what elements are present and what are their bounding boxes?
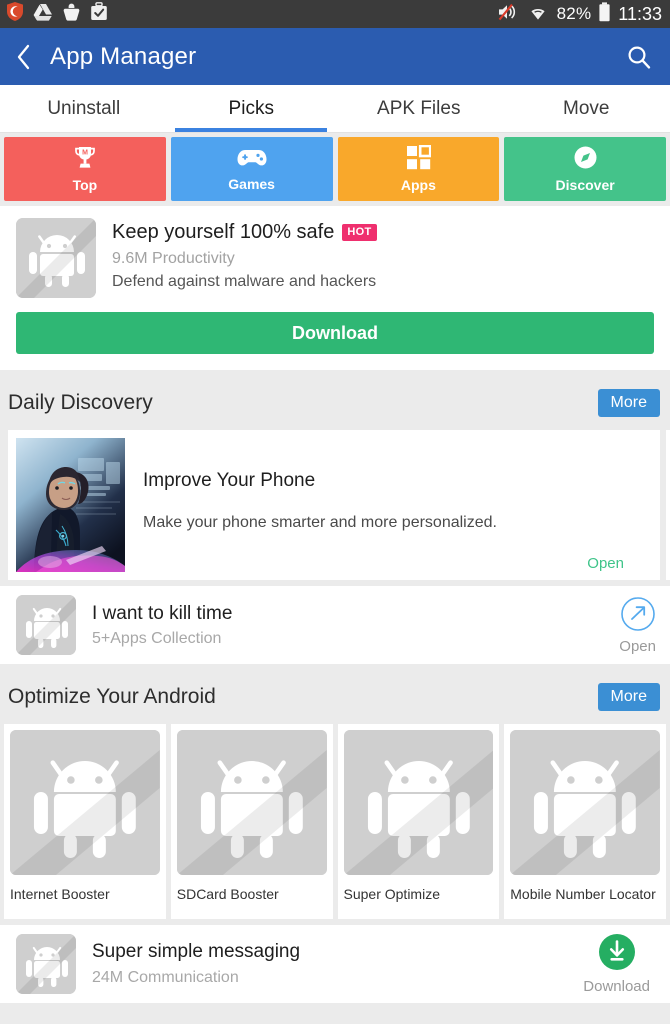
category-games[interactable]: Games	[170, 137, 333, 201]
android-placeholder-icon	[510, 730, 660, 875]
back-chevron-icon[interactable]	[16, 44, 46, 70]
shield-icon	[6, 2, 24, 26]
tab-bar: Uninstall Picks APK Files Move	[0, 85, 670, 133]
app-card-name: Internet Booster	[10, 886, 110, 902]
tab-uninstall[interactable]: Uninstall	[0, 85, 168, 132]
section-title: Daily Discovery	[8, 391, 153, 414]
android-placeholder-icon	[16, 595, 76, 655]
app-card-super-optimize[interactable]: Super Optimize	[337, 724, 500, 919]
daily-discovery-carousel[interactable]: Improve Your Phone Make your phone smart…	[0, 430, 670, 580]
tab-label: Move	[563, 97, 610, 119]
category-label: Discover	[555, 177, 615, 193]
tab-picks[interactable]: Picks	[168, 85, 336, 132]
featured-app-description: Defend against malware and hackers	[112, 273, 377, 290]
tab-move[interactable]: Move	[503, 85, 670, 132]
bottom-app-info: Super simple messaging 24M Communication	[92, 941, 567, 987]
bottom-app-subtitle: 24M Communication	[92, 969, 239, 986]
discovery-card-description: Make your phone smarter and more persona…	[143, 514, 497, 531]
app-card-name: Mobile Number Locator	[510, 886, 656, 902]
collection-title: I want to kill time	[92, 602, 233, 624]
category-label: Games	[228, 176, 275, 192]
briefcase-check-icon	[90, 2, 108, 26]
grid-icon	[406, 144, 432, 175]
trophy-icon: M	[72, 145, 98, 175]
category-row: M Top Games Apps Discover	[0, 133, 670, 206]
android-placeholder-icon	[16, 934, 76, 994]
category-label: Apps	[400, 177, 436, 193]
wifi-icon	[526, 3, 550, 26]
optimize-app-grid: Internet Booster SDCard Booster Super Op…	[0, 724, 670, 919]
tab-label: Uninstall	[47, 97, 121, 119]
app-card-name: SDCard Booster	[176, 886, 279, 902]
arrow-up-right-circle-icon	[620, 596, 656, 637]
bottom-app-card[interactable]: Super simple messaging 24M Communication…	[0, 925, 670, 1003]
featured-app-card[interactable]: Keep yourself 100% safe HOT 9.6M Product…	[0, 206, 670, 370]
category-apps[interactable]: Apps	[337, 137, 500, 201]
download-button[interactable]: Download	[16, 312, 654, 354]
android-placeholder-icon	[176, 730, 327, 875]
app-card-name: Super Optimize	[343, 886, 440, 902]
search-icon[interactable]	[622, 44, 652, 70]
category-label: Top	[72, 177, 98, 193]
discovery-card-title: Improve Your Phone	[143, 470, 316, 491]
app-card-internet-booster[interactable]: Internet Booster	[4, 724, 166, 919]
featured-title-row: Keep yourself 100% safe HOT	[112, 221, 654, 244]
compass-icon	[573, 145, 598, 175]
discovery-card-next-peek[interactable]	[666, 430, 670, 580]
optimize-more-button[interactable]: More	[597, 683, 660, 711]
section-title: Optimize Your Android	[8, 685, 216, 708]
status-bar: 82% 11:33	[0, 0, 670, 28]
discovery-card-open-link[interactable]: Open	[587, 555, 652, 572]
daily-discovery-more-button[interactable]: More	[597, 389, 660, 417]
collection-subtitle: 5+Apps Collection	[92, 629, 222, 647]
volume-muted-icon	[497, 3, 519, 26]
status-bar-right-icons: 82% 11:33	[497, 1, 662, 27]
hot-badge: HOT	[342, 224, 377, 241]
android-placeholder-icon	[16, 218, 96, 298]
bag-icon	[62, 3, 81, 26]
app-bar: App Manager	[0, 28, 670, 85]
bottom-app-title: Super simple messaging	[92, 941, 301, 962]
battery-percent: 82%	[556, 4, 592, 23]
collection-open-label: Open	[619, 637, 656, 655]
android-placeholder-icon	[343, 730, 494, 875]
featured-app-title: Keep yourself 100% safe	[112, 221, 335, 243]
bottom-app-download-button[interactable]: Download	[583, 933, 650, 995]
tab-label: APK Files	[377, 97, 461, 119]
download-circle-icon	[598, 933, 636, 976]
tab-label: Picks	[228, 97, 274, 119]
collection-card[interactable]: I want to kill time 5+Apps Collection Op…	[0, 586, 670, 664]
woman-tech-hologram-image	[16, 438, 125, 572]
collection-open-button[interactable]: Open	[619, 596, 656, 655]
optimize-header: Optimize Your Android More	[0, 670, 670, 724]
app-card-sdcard-booster[interactable]: SDCard Booster	[170, 724, 333, 919]
page-title: App Manager	[50, 42, 197, 70]
featured-app-top: Keep yourself 100% safe HOT 9.6M Product…	[16, 218, 654, 298]
gamepad-icon	[236, 146, 268, 174]
svg-text:M: M	[82, 150, 88, 157]
category-discover[interactable]: Discover	[504, 137, 666, 201]
collection-info: I want to kill time 5+Apps Collection	[92, 603, 603, 648]
status-bar-left-icons	[6, 2, 108, 26]
android-placeholder-icon	[10, 730, 160, 875]
featured-app-info: Keep yourself 100% safe HOT 9.6M Product…	[112, 218, 654, 298]
category-top[interactable]: M Top	[4, 137, 166, 201]
daily-discovery-header: Daily Discovery More	[0, 376, 670, 430]
clock-time: 11:33	[618, 3, 662, 24]
drive-icon	[33, 3, 53, 26]
battery-icon	[598, 1, 611, 27]
tab-apk-files[interactable]: APK Files	[335, 85, 503, 132]
bottom-app-download-label: Download	[583, 978, 650, 995]
featured-app-meta: 9.6M Productivity	[112, 250, 235, 267]
app-card-mobile-number-locator[interactable]: Mobile Number Locator	[504, 724, 666, 919]
discovery-card-body: Improve Your Phone Make your phone smart…	[143, 438, 652, 572]
discovery-card[interactable]: Improve Your Phone Make your phone smart…	[8, 430, 660, 580]
